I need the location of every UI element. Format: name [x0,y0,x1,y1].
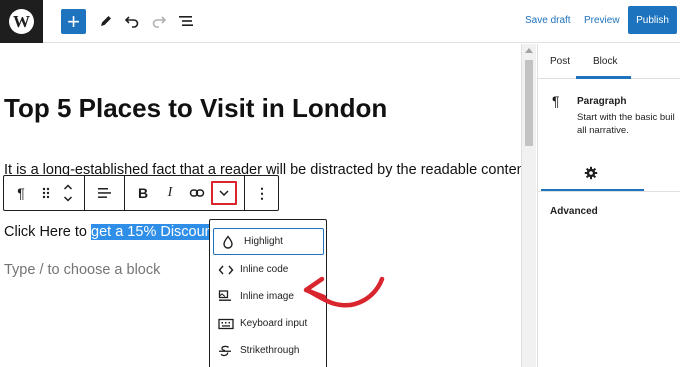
paragraph-block-selected[interactable]: Click Here to get a 15% Discount o [4,224,229,240]
selected-text[interactable]: get a 15% Discount [91,224,217,240]
scroll-up-arrow-icon[interactable] [525,48,533,53]
gear-icon [584,166,598,180]
more-vertical-icon: ⋮ [255,184,269,201]
undo-icon [124,16,139,28]
align-button[interactable] [90,176,118,210]
wordpress-icon: W [9,9,34,34]
tab-post[interactable]: Post [550,56,570,67]
block-name: Paragraph [577,96,627,107]
annotation-arrow [303,276,385,308]
post-title[interactable]: Top 5 Places to Visit in London [4,93,387,124]
block-options-button[interactable]: ⋮ [248,176,276,210]
annotation-highlight-box [211,181,237,205]
toolbar-divider [124,176,125,210]
redo-icon [152,16,167,28]
advanced-panel-toggle[interactable]: Advanced [550,206,598,217]
block-type-button[interactable]: ¶ [8,176,34,210]
block-settings-tab[interactable] [538,154,680,192]
menu-item-strikethrough[interactable]: Strikethrough [210,337,326,364]
link-icon [189,189,205,197]
code-icon [218,264,240,276]
preview-button[interactable]: Preview [584,15,620,26]
block-toolbar: ¶ B I ⋮ [3,175,279,211]
save-draft-button[interactable]: Save draft [525,15,571,26]
tools-pencil-button[interactable] [93,8,119,34]
editor-top-bar: W + Save draft Preview Publish [0,0,680,43]
toolbar-divider [244,176,245,210]
drag-handle-icon [42,187,50,199]
menu-item-label: Strikethrough [240,345,300,356]
block-description: Start with the basic buil all narrative. [577,111,680,137]
tab-block[interactable]: Block [593,56,617,67]
keyboard-icon [218,318,240,330]
link-button[interactable] [184,176,210,210]
bold-button[interactable]: B [130,176,156,210]
chevron-up-down-icon [63,184,73,202]
active-tab-indicator [541,189,644,191]
logo-letter: W [13,11,30,31]
italic-button[interactable]: I [157,176,183,210]
menu-item-label: Inline code [240,264,289,275]
menu-item-label: Inline image [240,291,294,302]
wordpress-logo[interactable]: W [0,0,43,43]
menu-item-label: Highlight [244,236,283,247]
strikethrough-icon [218,344,240,358]
editor-scrollbar[interactable] [521,44,536,367]
pencil-icon [101,16,111,26]
image-icon [218,290,240,303]
paragraph-text: Click Here to [4,224,92,240]
block-description-line: all narrative. [577,125,629,136]
add-block-button[interactable]: + [61,9,86,34]
toolbar-divider [84,176,85,210]
editor-canvas: Top 5 Places to Visit in London It is a … [0,44,521,367]
droplet-icon [222,234,244,249]
publish-button[interactable]: Publish [628,6,677,34]
paragraph-icon: ¶ [552,93,560,109]
undo-button[interactable] [119,8,145,34]
paragraph-icon: ¶ [17,185,25,201]
block-placeholder[interactable]: Type / to choose a block [4,262,160,278]
redo-button[interactable] [146,8,172,34]
drag-handle[interactable] [35,176,57,210]
sidebar-tabs: Post Block [538,44,680,79]
scroll-thumb[interactable] [525,60,533,146]
menu-item-highlight[interactable]: Highlight [213,228,324,255]
active-tab-indicator [576,76,631,79]
align-left-icon [98,188,111,198]
document-overview-button[interactable] [173,8,199,34]
block-card: ¶ Paragraph Start with the basic buil al… [538,80,680,152]
move-up-down-buttons[interactable] [57,176,79,210]
settings-sidebar: Post Block ¶ Paragraph Start with the ba… [537,44,680,367]
block-description-line: Start with the basic buil [577,112,675,123]
list-view-icon [179,16,193,26]
